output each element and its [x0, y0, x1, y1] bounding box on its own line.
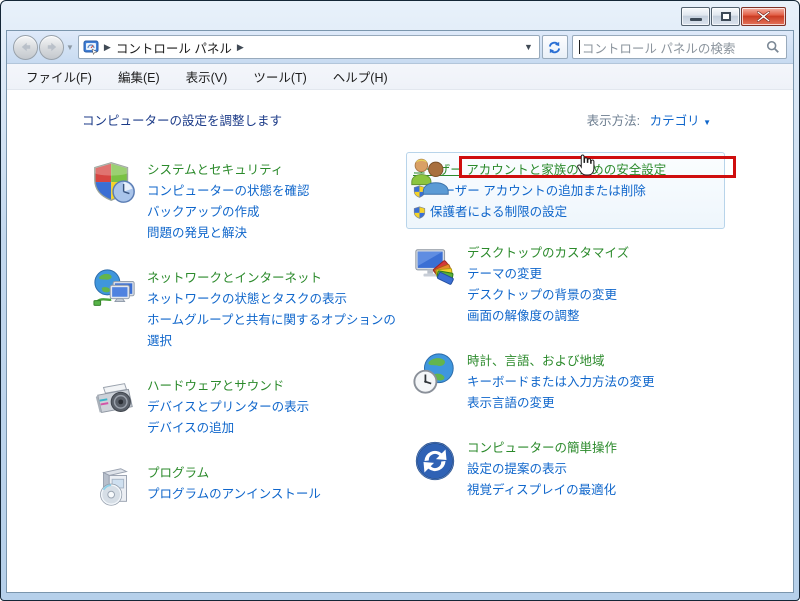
task-link-view-devices-printers[interactable]: デバイスとプリンターの表示	[147, 400, 309, 414]
address-bar[interactable]: ▶ コントロール パネル ▶ ▼	[78, 35, 540, 59]
control-panel-home: コンピューターの設定を調整します 表示方法: カテゴリ ▼	[7, 90, 793, 591]
menu-file[interactable]: ファイル(F)	[17, 64, 101, 89]
menu-tools[interactable]: ツール(T)	[244, 64, 315, 89]
category-system-security: システムとセキュリティ コンピューターの状態を確認 バックアップの作成 問題の発…	[92, 160, 407, 244]
breadcrumb[interactable]: コントロール パネル	[116, 38, 232, 57]
category-network-internet: ネットワークとインターネット ネットワークの状態とタスクの表示 ホームグループと…	[92, 268, 407, 352]
maximize-button[interactable]	[711, 7, 740, 26]
menu-help[interactable]: ヘルプ(H)	[324, 64, 397, 89]
search-icon[interactable]	[766, 40, 780, 54]
ease-of-access-icon[interactable]	[412, 438, 458, 484]
forward-arrow-icon	[45, 40, 59, 54]
refresh-button[interactable]	[542, 35, 568, 59]
category-programs: プログラム プログラムのアンインストール	[92, 463, 407, 511]
task-link-uninstall-program[interactable]: プログラムのアンインストール	[147, 487, 321, 501]
minimize-icon	[690, 18, 702, 21]
system-security-icon[interactable]	[92, 160, 138, 206]
minimize-button[interactable]	[681, 7, 710, 26]
task-link-create-backup[interactable]: バックアップの作成	[147, 205, 260, 219]
task-link-find-fix-problems[interactable]: 問題の発見と解決	[147, 226, 247, 240]
category-user-accounts-family-safety: ユーザー アカウントと家族のための安全設定 ユーザー	[406, 152, 725, 229]
category-ease-of-access: コンピューターの簡単操作 設定の提案の表示 視覚ディスプレイの最適化	[412, 438, 742, 501]
address-dropdown-icon[interactable]: ▼	[524, 42, 533, 52]
task-link-homegroup-sharing-options[interactable]: ホームグループと共有に関するオプションの選択	[147, 313, 396, 348]
task-link-change-desktop-background[interactable]: デスクトップの背景の変更	[467, 288, 617, 302]
view-by-label: 表示方法:	[587, 114, 640, 128]
task-link-check-computer-status[interactable]: コンピューターの状態を確認	[147, 184, 310, 198]
category-clock-language-region: 時計、言語、および地域 キーボードまたは入力方法の変更 表示言語の変更	[412, 351, 742, 414]
category-title-network-internet[interactable]: ネットワークとインターネット	[147, 268, 322, 289]
task-link-optimize-visual-display[interactable]: 視覚ディスプレイの最適化	[467, 483, 616, 497]
control-panel-window: ▼ ▶ コントロール パネル ▶ ▼	[0, 0, 800, 601]
refresh-icon	[547, 40, 562, 55]
close-icon	[757, 11, 770, 22]
breadcrumb-arrow-icon[interactable]: ▶	[104, 42, 111, 53]
search-input[interactable]: コントロール パネルの検索	[572, 35, 787, 59]
navigation-bar: ▼ ▶ コントロール パネル ▶ ▼	[7, 31, 793, 64]
user-accounts-icon[interactable]	[407, 153, 453, 199]
programs-icon[interactable]	[92, 463, 138, 509]
hardware-sound-icon[interactable]	[92, 376, 138, 422]
category-hardware-sound: ハードウェアとサウンド デバイスとプリンターの表示 デバイスの追加	[92, 376, 407, 439]
category-title-appearance[interactable]: デスクトップのカスタマイズ	[467, 243, 629, 264]
category-title-clock-language-region[interactable]: 時計、言語、および地域	[467, 351, 605, 372]
view-by-dropdown-arrow-icon[interactable]: ▼	[703, 118, 711, 127]
menu-bar: ファイル(F) 編集(E) 表示(V) ツール(T) ヘルプ(H)	[7, 64, 793, 90]
task-link-add-remove-user-accounts[interactable]: ユーザー アカウントの追加または削除	[430, 181, 646, 202]
menu-edit[interactable]: 編集(E)	[109, 64, 169, 89]
task-link-change-display-language[interactable]: 表示言語の変更	[467, 396, 555, 410]
menu-view[interactable]: 表示(V)	[177, 64, 237, 89]
forward-button[interactable]	[39, 35, 64, 60]
clock-language-region-icon[interactable]	[412, 351, 458, 397]
search-placeholder: コントロール パネルの検索	[582, 38, 766, 57]
category-title-programs[interactable]: プログラム	[147, 463, 209, 484]
category-title-hardware-sound[interactable]: ハードウェアとサウンド	[147, 376, 284, 397]
uac-shield-icon	[413, 206, 426, 219]
appearance-icon[interactable]	[412, 243, 458, 289]
task-link-adjust-screen-resolution[interactable]: 画面の解像度の調整	[467, 309, 580, 323]
task-link-suggested-settings[interactable]: 設定の提案の表示	[467, 462, 567, 476]
category-column-left: システムとセキュリティ コンピューターの状態を確認 バックアップの作成 問題の発…	[92, 160, 407, 535]
window-controls	[680, 7, 786, 26]
task-link-parental-controls[interactable]: 保護者による制限の設定	[430, 202, 567, 223]
back-arrow-icon	[19, 40, 33, 54]
view-by-control: 表示方法: カテゴリ ▼	[587, 110, 711, 129]
category-title-system-security[interactable]: システムとセキュリティ	[147, 160, 283, 181]
page-title: コンピューターの設定を調整します	[82, 110, 282, 129]
recent-pages-chevron-icon[interactable]: ▼	[66, 43, 74, 52]
close-button[interactable]	[741, 7, 786, 26]
view-by-dropdown[interactable]: カテゴリ	[650, 114, 700, 128]
text-caret	[579, 40, 580, 54]
task-link-add-device[interactable]: デバイスの追加	[147, 421, 234, 435]
back-button[interactable]	[13, 35, 38, 60]
breadcrumb-arrow-icon[interactable]: ▶	[237, 42, 244, 53]
category-title-ease-of-access[interactable]: コンピューターの簡単操作	[467, 438, 617, 459]
network-internet-icon[interactable]	[92, 268, 138, 314]
category-column-right: ユーザー アカウントと家族のための安全設定 ユーザー	[412, 160, 742, 525]
window-client-area: ▼ ▶ コントロール パネル ▶ ▼	[6, 30, 794, 593]
control-panel-icon	[83, 39, 99, 55]
category-appearance-personalization: デスクトップのカスタマイズ テーマの変更 デスクトップの背景の変更 画面の解像度…	[412, 243, 742, 327]
task-link-change-theme[interactable]: テーマの変更	[467, 267, 542, 281]
task-link-view-network-status[interactable]: ネットワークの状態とタスクの表示	[147, 292, 347, 306]
maximize-icon	[721, 12, 731, 21]
task-link-change-keyboards-input[interactable]: キーボードまたは入力方法の変更	[467, 375, 655, 389]
